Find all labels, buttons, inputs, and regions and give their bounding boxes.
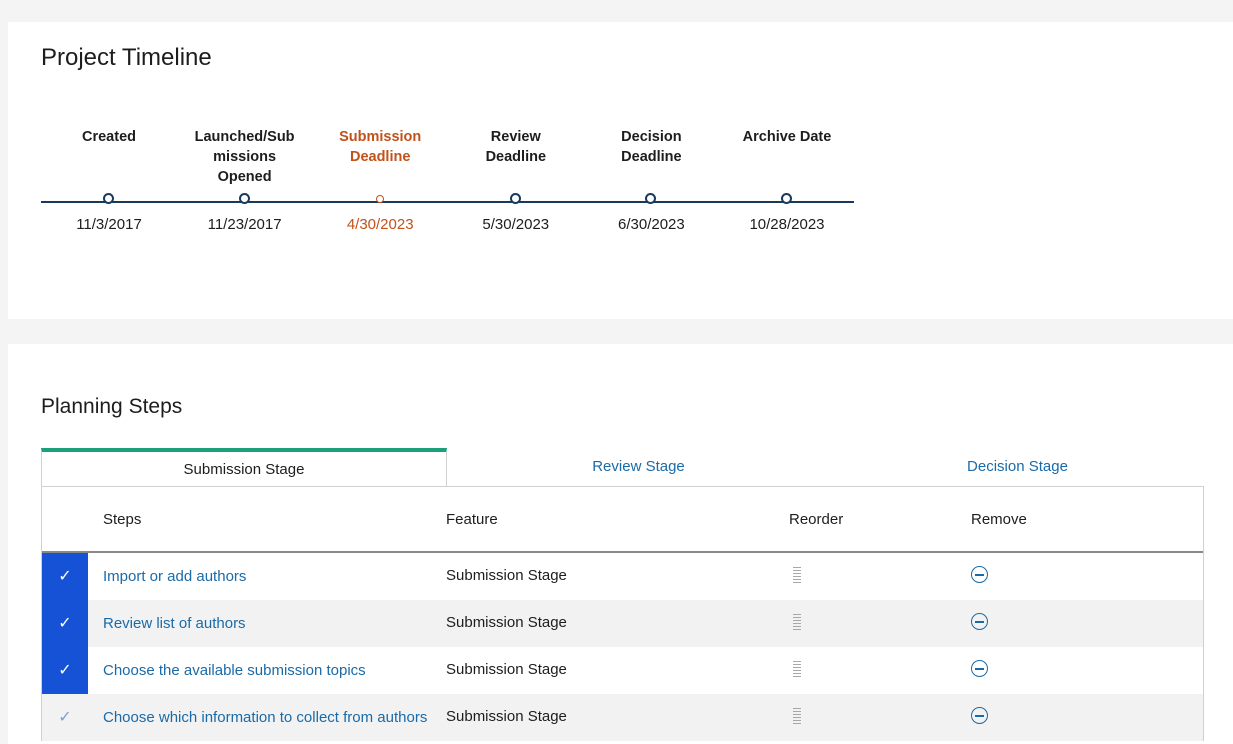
column-header-remove: Remove bbox=[971, 511, 1027, 528]
drag-handle-icon[interactable] bbox=[793, 567, 801, 583]
table-row: ✓ Review list of authors Submission Stage bbox=[42, 600, 1203, 647]
timeline-line bbox=[41, 201, 854, 203]
milestone-label: Created bbox=[49, 127, 169, 147]
tab-review-stage[interactable]: Review Stage bbox=[446, 448, 831, 486]
feature-cell: Submission Stage bbox=[446, 567, 567, 584]
feature-cell: Submission Stage bbox=[446, 614, 567, 631]
table-header: Steps Feature Reorder Remove bbox=[42, 487, 1203, 553]
column-header-feature: Feature bbox=[446, 511, 498, 528]
milestone-label-line: Submission bbox=[339, 129, 422, 145]
stage-tabs: Submission Stage Review Stage Decision S… bbox=[41, 448, 1204, 487]
planning-steps-card: Planning Steps Submission Stage Review S… bbox=[8, 344, 1233, 744]
column-header-reorder: Reorder bbox=[789, 511, 844, 528]
step-link[interactable]: Choose which information to collect from… bbox=[103, 709, 427, 726]
milestone-label: Launched/Sub missions Opened bbox=[185, 127, 305, 187]
milestone-dot-icon bbox=[781, 193, 792, 204]
step-link[interactable]: Import or add authors bbox=[103, 568, 246, 585]
milestone-label-line: missions bbox=[213, 149, 277, 165]
timeline-title: Project Timeline bbox=[41, 44, 212, 71]
step-link[interactable]: Review list of authors bbox=[103, 615, 246, 632]
milestone-label-line: Created bbox=[82, 129, 136, 145]
remove-circle-icon[interactable] bbox=[971, 613, 988, 630]
checkmark-icon[interactable]: ✓ bbox=[42, 553, 88, 600]
milestone-dot-icon bbox=[103, 193, 114, 204]
milestone-label: Decision Deadline bbox=[591, 127, 711, 167]
milestone-date: 10/28/2023 bbox=[749, 216, 825, 233]
feature-cell: Submission Stage bbox=[446, 708, 567, 725]
planning-title: Planning Steps bbox=[41, 395, 183, 418]
milestone-label-line: Review bbox=[490, 129, 541, 145]
milestone-label-line: Deadline bbox=[621, 149, 682, 165]
table-row: ✓ Import or add authors Submission Stage bbox=[42, 553, 1203, 600]
planning-steps-table: Steps Feature Reorder Remove ✓ Import or … bbox=[41, 486, 1204, 741]
milestone-label-line: Launched/Sub bbox=[194, 129, 295, 145]
milestone-label: Submission Deadline bbox=[320, 127, 440, 167]
milestone-date: 11/23/2017 bbox=[207, 216, 282, 233]
drag-handle-icon[interactable] bbox=[793, 661, 801, 677]
milestone-date: 4/30/2023 bbox=[346, 216, 414, 233]
table-row: ✓ Choose the available submission topics S… bbox=[42, 647, 1203, 694]
milestone-dot-icon bbox=[509, 193, 521, 204]
remove-circle-icon[interactable] bbox=[971, 660, 988, 677]
drag-handle-icon[interactable] bbox=[793, 614, 801, 630]
checkmark-icon[interactable]: ✓ bbox=[42, 600, 88, 647]
step-link[interactable]: Choose the available submission topics bbox=[103, 662, 366, 679]
feature-cell: Submission Stage bbox=[446, 661, 567, 678]
drag-handle-icon[interactable] bbox=[793, 708, 801, 724]
checkmark-icon[interactable]: ✓ bbox=[42, 647, 88, 694]
table-row: ✓ Choose which information to collect fro… bbox=[42, 694, 1203, 741]
checkmark-icon[interactable]: ✓ bbox=[42, 694, 88, 741]
project-timeline-card: Project Timeline Created 11/3/2017 Launche… bbox=[8, 22, 1233, 319]
remove-circle-icon[interactable] bbox=[971, 707, 988, 724]
milestone-label: Archive Date bbox=[727, 127, 847, 147]
milestone-date: 5/30/2023 bbox=[482, 216, 550, 233]
remove-circle-icon[interactable] bbox=[971, 566, 988, 583]
milestone-label-line: Archive Date bbox=[742, 129, 832, 145]
milestone-date: 6/30/2023 bbox=[618, 216, 685, 233]
milestone-label-line: Decision bbox=[621, 129, 682, 145]
milestone-label: Review Deadline bbox=[456, 127, 576, 167]
milestone-label-line: Deadline bbox=[349, 149, 411, 165]
milestone-dot-icon bbox=[238, 193, 250, 204]
milestone-date: 11/3/2017 bbox=[76, 216, 142, 233]
column-header-steps: Steps bbox=[103, 511, 142, 528]
milestone-label-line: Deadline bbox=[485, 149, 547, 165]
tab-submission-stage[interactable]: Submission Stage bbox=[41, 448, 447, 487]
tab-decision-stage[interactable]: Decision Stage bbox=[831, 448, 1204, 486]
milestone-label-line: Opened bbox=[217, 169, 272, 185]
